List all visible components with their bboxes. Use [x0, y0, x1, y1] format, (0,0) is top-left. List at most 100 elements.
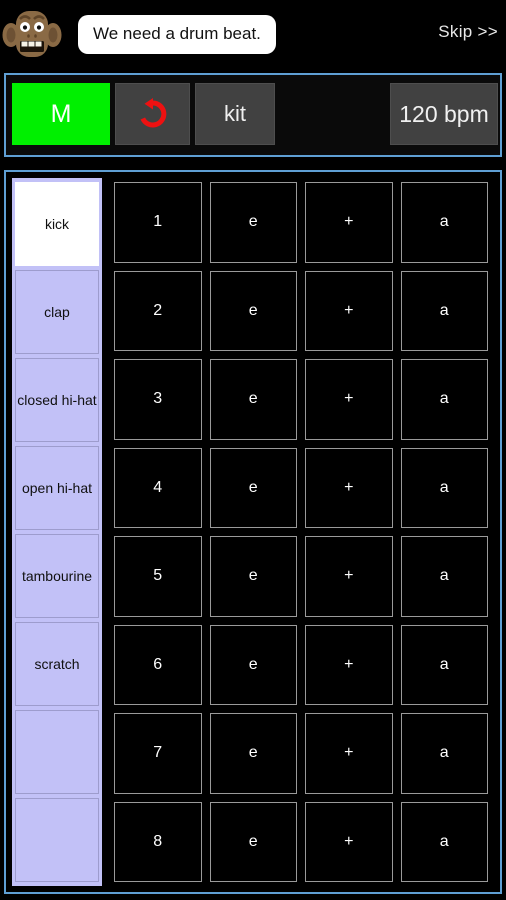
step-cell[interactable]: a [400, 713, 488, 794]
step-cell-label: a [439, 744, 449, 762]
step-cell-label: + [344, 213, 354, 231]
step-row: 4 e + a [110, 444, 492, 533]
step-cell-label: + [344, 478, 354, 496]
step-cell[interactable]: 3 [114, 359, 202, 440]
step-cell[interactable]: e [209, 624, 297, 705]
instrument-label-cell[interactable]: kick [15, 182, 99, 266]
step-row: 3 e + a [110, 355, 492, 444]
step-cell-label: 7 [153, 744, 163, 762]
step-cell[interactable]: 2 [114, 270, 202, 351]
tempo-button[interactable]: 120 bpm [390, 83, 498, 145]
instrument-label-cell[interactable]: scratch [15, 622, 99, 706]
instrument-label-text: scratch [34, 655, 80, 672]
instrument-label-cell[interactable] [15, 710, 99, 794]
sequencer-grid: kick clap closed hi-hat open hi-hat tambouri… [8, 174, 498, 890]
step-cell-label: + [344, 655, 354, 673]
step-cell-label: + [344, 567, 354, 585]
step-cell[interactable]: 5 [114, 536, 202, 617]
step-cell-label: a [439, 213, 449, 231]
instrument-label-text: kick [44, 215, 70, 232]
step-cell-label: 4 [153, 478, 163, 496]
step-cell[interactable]: 4 [114, 447, 202, 528]
step-cell-label: 8 [153, 832, 163, 850]
step-cell-label: 2 [153, 301, 163, 319]
step-cell-label: 1 [153, 213, 163, 231]
step-cell[interactable]: e [209, 270, 297, 351]
undo-rotate-ccw-icon [140, 98, 166, 128]
instrument-label-text: closed hi-hat [17, 391, 97, 408]
step-cell-label: a [439, 478, 449, 496]
step-row: 6 e + a [110, 621, 492, 710]
step-cell-label: e [248, 567, 258, 585]
step-cell[interactable]: e [209, 801, 297, 882]
step-cell[interactable]: a [400, 536, 488, 617]
metronome-button[interactable]: M [12, 83, 110, 145]
instrument-label-text: tambourine [21, 567, 93, 584]
step-row: 1 e + a [110, 178, 492, 267]
step-cell-label: e [248, 301, 258, 319]
step-cell[interactable]: 1 [114, 182, 202, 263]
step-cell-label: a [439, 390, 449, 408]
step-cell-label: a [439, 832, 449, 850]
step-row: 7 e + a [110, 709, 492, 798]
top-bar: We need a drum beat. Skip >> [0, 0, 506, 68]
step-cell-label: e [248, 744, 258, 762]
step-cell[interactable]: 8 [114, 801, 202, 882]
step-cell-label: a [439, 567, 449, 585]
sequencer-panel: kick clap closed hi-hat open hi-hat tambouri… [4, 170, 502, 894]
step-grid: 1 e + a 2 e + a 3 e + a 4 e + a 5 e + a 6 e + a 7 e + a 8 e + a [102, 174, 498, 890]
step-cell-label: + [344, 390, 354, 408]
instrument-label-text: open hi-hat [21, 479, 93, 496]
kit-button[interactable]: kit [195, 83, 275, 145]
step-cell[interactable]: + [305, 624, 393, 705]
step-cell-label: e [248, 390, 258, 408]
step-cell-label: e [248, 832, 258, 850]
step-cell-label: 6 [153, 655, 163, 673]
step-row: 5 e + a [110, 532, 492, 621]
step-cell-label: e [248, 655, 258, 673]
step-cell[interactable]: e [209, 713, 297, 794]
step-cell[interactable]: a [400, 624, 488, 705]
step-cell[interactable]: 7 [114, 713, 202, 794]
assistant-speech-bubble: We need a drum beat. [79, 15, 275, 53]
instrument-label-column: kick clap closed hi-hat open hi-hat tambouri… [12, 178, 102, 886]
step-cell-label: a [439, 655, 449, 673]
step-cell-label: + [344, 832, 354, 850]
step-cell-label: + [344, 301, 354, 319]
step-cell-label: a [439, 301, 449, 319]
step-cell[interactable]: + [305, 713, 393, 794]
transport-toolbar: M kit 120 bpm [6, 75, 500, 155]
step-cell[interactable]: e [209, 536, 297, 617]
instrument-label-cell[interactable]: tambourine [15, 534, 99, 618]
monkey-avatar-icon [2, 5, 62, 63]
step-cell-label: e [248, 478, 258, 496]
step-cell[interactable]: a [400, 359, 488, 440]
kit-label: kit [224, 101, 246, 126]
step-cell[interactable]: a [400, 801, 488, 882]
step-cell[interactable]: e [209, 359, 297, 440]
metronome-label: M [50, 99, 72, 128]
skip-button[interactable]: Skip >> [438, 22, 498, 42]
app-root: We need a drum beat. Skip >> M kit 120 b… [0, 0, 506, 900]
step-cell[interactable]: + [305, 536, 393, 617]
step-cell[interactable]: a [400, 447, 488, 528]
instrument-label-cell[interactable]: closed hi-hat [15, 358, 99, 442]
transport-toolbar-panel: M kit 120 bpm [4, 73, 502, 157]
step-cell[interactable]: a [400, 182, 488, 263]
instrument-label-cell[interactable] [15, 798, 99, 882]
step-cell[interactable]: 6 [114, 624, 202, 705]
step-cell[interactable]: + [305, 270, 393, 351]
step-cell[interactable]: + [305, 801, 393, 882]
step-cell[interactable]: + [305, 359, 393, 440]
step-cell[interactable]: e [209, 182, 297, 263]
step-cell[interactable]: e [209, 447, 297, 528]
step-cell[interactable]: + [305, 182, 393, 263]
instrument-label-cell[interactable]: open hi-hat [15, 446, 99, 530]
step-row: 8 e + a [110, 798, 492, 887]
step-cell-label: 5 [153, 567, 163, 585]
undo-button[interactable] [115, 83, 190, 145]
instrument-label-cell[interactable]: clap [15, 270, 99, 354]
step-cell[interactable]: a [400, 270, 488, 351]
step-cell-label: + [344, 744, 354, 762]
step-cell[interactable]: + [305, 447, 393, 528]
